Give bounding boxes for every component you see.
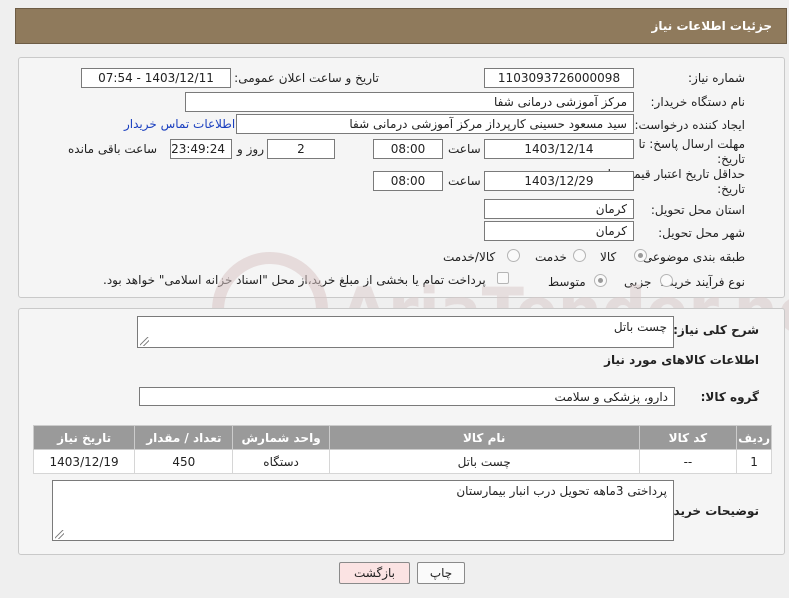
creator-field: سید مسعود حسینی کارپرداز مرکز آموزشی درم…	[236, 114, 634, 134]
treasury-payment-checkbox[interactable]	[497, 272, 509, 284]
category-radio-service[interactable]	[573, 249, 586, 262]
category-option-goods: کالا	[600, 250, 617, 264]
category-radio-goods[interactable]	[634, 249, 647, 262]
description-text: چست باتل	[613, 320, 667, 334]
col-header-code: کد کالا	[638, 425, 738, 450]
resize-grip-icon	[140, 337, 149, 346]
buyer-org-field: مرکز آموزشی درمانی شفا	[185, 92, 634, 112]
goods-group-label: گروه کالا:	[700, 390, 759, 404]
process-option-medium: متوسط	[548, 275, 586, 289]
buyer-org-label: نام دستگاه خریدار:	[650, 95, 746, 109]
category-option-goods-service: کالا/خدمت	[443, 250, 496, 264]
cell-code: --	[638, 449, 738, 474]
reply-time-field: 08:00	[373, 139, 443, 159]
col-header-unit: واحد شمارش	[232, 425, 330, 450]
col-header-name: نام کالا	[328, 425, 640, 450]
goods-table-header: ردیف کد کالا نام کالا واحد شمارش تعداد /…	[32, 425, 772, 450]
goods-group-field: دارو، پزشکی و سلامت	[139, 387, 675, 406]
col-header-date: تاریخ نیاز	[32, 425, 136, 450]
buyer-notes-text: پرداختی 3ماهه تحویل درب انبار بیمارستان	[456, 484, 667, 498]
description-label: شرح کلی نیاز:	[673, 323, 759, 337]
announce-date-label: تاریخ و ساعت اعلان عمومی:	[234, 71, 379, 85]
remaining-time-label: ساعت باقی مانده	[68, 142, 158, 156]
days-field: 2	[267, 139, 335, 159]
buyer-notes-field: پرداختی 3ماهه تحویل درب انبار بیمارستان	[52, 480, 674, 541]
need-number-label: شماره نیاز:	[688, 71, 745, 85]
category-radio-goods-service[interactable]	[507, 249, 520, 262]
need-number-field: 1103093726000098	[484, 68, 634, 88]
remaining-time-field: 23:49:24	[170, 139, 232, 159]
validity-time-label: ساعت	[448, 174, 481, 188]
cell-qty: 450	[134, 449, 234, 474]
goods-table: ردیف کد کالا نام کالا واحد شمارش تعداد /…	[32, 425, 772, 474]
back-button[interactable]: بازگشت	[339, 562, 410, 584]
process-option-minor: جزیی	[624, 275, 652, 289]
process-type-label: نوع فرآیند خرید :	[660, 275, 745, 289]
process-radio-medium[interactable]	[594, 274, 607, 287]
process-radio-minor[interactable]	[660, 274, 673, 287]
city-field: کرمان	[484, 221, 634, 241]
resize-grip-icon	[55, 530, 64, 539]
reply-deadline-label: مهلت ارسال پاسخ: تا تاریخ:	[638, 137, 745, 167]
treasury-payment-note: پرداخت تمام یا بخشی از مبلغ خرید،از محل …	[103, 273, 486, 287]
cell-unit: دستگاه	[232, 449, 330, 474]
days-label: روز و	[237, 142, 264, 156]
col-header-qty: تعداد / مقدار	[134, 425, 234, 450]
table-row: 1 -- چست باتل دستگاه 450 1403/12/19	[32, 449, 772, 474]
validity-date-field: 1403/12/29	[484, 171, 634, 191]
category-label: طبقه بندی موضوعی:	[638, 250, 745, 264]
cell-row: 1	[736, 449, 772, 474]
description-field: چست باتل	[137, 316, 674, 348]
page-title: جزئیات اطلاعات نیاز	[651, 19, 772, 33]
announce-date-field: 1403/12/11 - 07:54	[81, 68, 231, 88]
creator-label: ایجاد کننده درخواست:	[634, 118, 745, 132]
province-field: کرمان	[484, 199, 634, 219]
province-label: استان محل تحویل:	[650, 203, 745, 217]
category-option-service: خدمت	[535, 250, 567, 264]
city-label: شهر محل تحویل:	[658, 226, 745, 240]
cell-name: چست باتل	[328, 449, 640, 474]
print-button[interactable]: چاپ	[417, 562, 465, 584]
reply-time-label: ساعت	[448, 142, 481, 156]
buyer-contact-link[interactable]: اطلاعات تماس خریدار	[124, 117, 235, 131]
reply-deadline-label-line2: تاریخ:	[717, 152, 745, 166]
validity-time-field: 08:00	[373, 171, 443, 191]
reply-date-field: 1403/12/14	[484, 139, 634, 159]
page-header: جزئیات اطلاعات نیاز	[15, 8, 787, 44]
cell-date: 1403/12/19	[32, 449, 136, 474]
col-header-row: ردیف	[736, 425, 772, 450]
reply-deadline-label-line1: مهلت ارسال پاسخ: تا	[638, 137, 745, 151]
goods-info-title: اطلاعات کالاهای مورد نیاز	[604, 353, 759, 367]
